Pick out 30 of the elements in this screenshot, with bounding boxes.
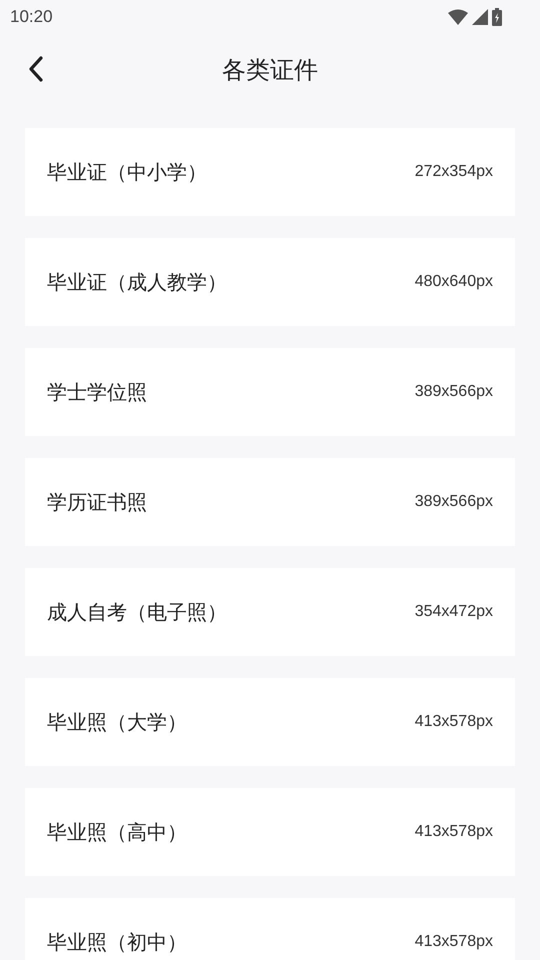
item-size: 413x578px xyxy=(414,933,493,951)
item-name: 毕业照（高中） xyxy=(47,818,187,846)
item-name: 毕业证（中小学） xyxy=(47,158,207,186)
list-item[interactable]: 学士学位照 389x566px xyxy=(25,348,515,436)
item-name: 学历证书照 xyxy=(47,488,147,516)
list-item[interactable]: 毕业证（中小学） 272x354px xyxy=(25,128,515,216)
wifi-icon xyxy=(448,9,468,25)
battery-icon xyxy=(492,8,502,26)
item-name: 毕业证（成人教学） xyxy=(47,268,227,296)
list-item[interactable]: 毕业照（初中） 413x578px xyxy=(25,898,515,960)
item-name: 学士学位照 xyxy=(47,378,147,406)
back-icon[interactable] xyxy=(28,56,44,82)
item-size: 389x566px xyxy=(414,383,493,401)
page-title: 各类证件 xyxy=(222,55,318,86)
item-size: 272x354px xyxy=(414,163,493,181)
item-size: 354x472px xyxy=(414,603,493,621)
status-time: 10:20 xyxy=(10,7,53,27)
item-name: 毕业照（大学） xyxy=(47,708,187,736)
list-item[interactable]: 成人自考（电子照） 354x472px xyxy=(25,568,515,656)
item-size: 413x578px xyxy=(414,713,493,731)
item-name: 成人自考（电子照） xyxy=(47,598,227,626)
list-item[interactable]: 毕业照（高中） 413x578px xyxy=(25,788,515,876)
item-size: 389x566px xyxy=(414,493,493,511)
item-size: 413x578px xyxy=(414,823,493,841)
signal-icon xyxy=(472,9,488,25)
item-name: 毕业照（初中） xyxy=(47,928,187,956)
list-item[interactable]: 学历证书照 389x566px xyxy=(25,458,515,546)
list-item[interactable]: 毕业照（大学） 413x578px xyxy=(25,678,515,766)
list-item[interactable]: 毕业证（成人教学） 480x640px xyxy=(25,238,515,326)
item-size: 480x640px xyxy=(414,273,493,291)
